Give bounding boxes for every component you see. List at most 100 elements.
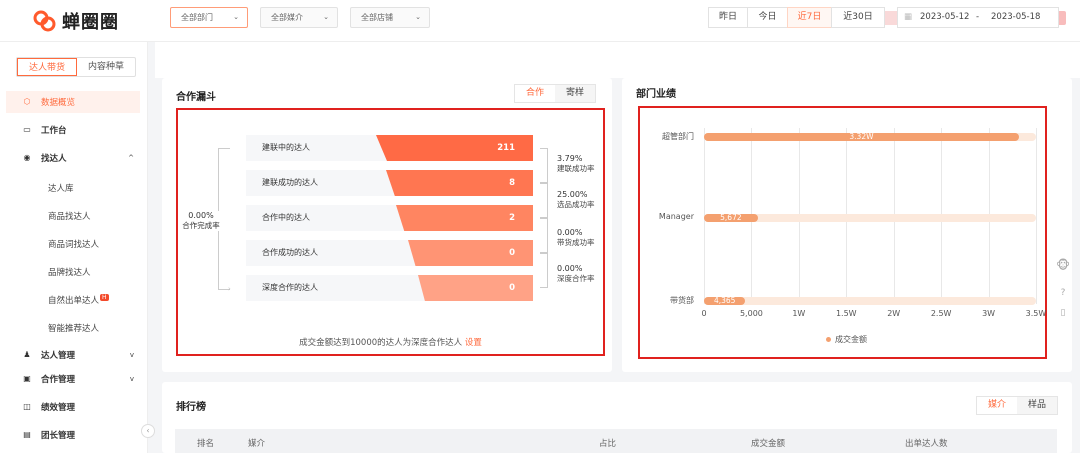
- brand-name: 蝉圈圈: [62, 12, 119, 33]
- time-yesterday[interactable]: 昨日: [708, 7, 748, 28]
- users-icon: ♟: [23, 350, 31, 359]
- stage-name: 合作成功的达人: [262, 248, 318, 257]
- rate-pct: 3.79%: [557, 154, 583, 163]
- rate-label: 建联成功率: [557, 164, 595, 173]
- sidebar-item-workbench[interactable]: ▭ 工作台: [6, 119, 140, 141]
- store-select[interactable]: 全部店铺 ⌄: [350, 7, 430, 28]
- ranking-tabs: 媒介 样品: [976, 396, 1058, 415]
- bar-track: [704, 297, 1036, 305]
- bar-value-label: 5,672: [720, 213, 742, 222]
- rate-pct: 25.00%: [557, 190, 588, 199]
- sidebar-mode-tabs: 达人带货 内容种草: [16, 57, 136, 77]
- rate-item: 3.79% 建联成功率: [557, 154, 595, 174]
- settings-link[interactable]: 设置: [465, 338, 482, 348]
- collapse-sidebar-button[interactable]: ‹: [141, 424, 155, 438]
- arrow-right-icon: ›: [228, 285, 231, 293]
- overall-label: 合作完成率: [182, 221, 220, 230]
- col-media: 媒介: [248, 439, 266, 449]
- date-separator: -: [976, 12, 980, 22]
- media-select[interactable]: 全部媒介 ⌄: [260, 7, 338, 28]
- col-rank: 排名: [197, 439, 215, 449]
- clipboard-icon: ▣: [23, 374, 31, 383]
- rate-item: 0.00% 带货成功率: [557, 228, 595, 248]
- overall-rate: 0.00% 合作完成率: [178, 211, 224, 231]
- col-share: 占比: [599, 439, 617, 449]
- col-talent-count: 出单达人数: [905, 439, 948, 449]
- sidebar-item-talent-manage[interactable]: ♟ 达人管理 v: [6, 344, 140, 366]
- rate-bracket: [540, 148, 548, 183]
- sidebar-item-performance[interactable]: ◫ 绩效管理: [6, 396, 140, 418]
- department-select[interactable]: 全部部门 ⌄: [170, 7, 248, 28]
- chevron-up-icon: ^: [128, 154, 134, 162]
- funnel-stage: 建联中的达人 211: [246, 135, 533, 161]
- y-category-label: Manager: [658, 212, 694, 221]
- stage-name: 建联中的达人: [262, 143, 310, 152]
- team-icon: ▤: [23, 430, 31, 439]
- tab-sample[interactable]: 寄样: [555, 85, 595, 102]
- sidebar-item-label: 数据概览: [41, 98, 76, 108]
- dept-title: 部门业绩: [636, 89, 676, 100]
- stage-name: 合作中的达人: [262, 213, 310, 222]
- tab-content-seeding[interactable]: 内容种草: [77, 58, 135, 76]
- help-icon[interactable]: ?: [1056, 288, 1070, 302]
- sidebar-item-label: 合作管理: [41, 375, 76, 385]
- calendar-icon: ▦: [904, 12, 913, 22]
- stage-value: 0: [509, 283, 515, 293]
- legend-dot: [826, 337, 831, 342]
- stage-value: 211: [497, 143, 515, 153]
- sidebar-item-coop-manage[interactable]: ▣ 合作管理 v: [6, 368, 140, 390]
- sidebar-sub-smart-recommend[interactable]: 智能推荐达人: [48, 322, 99, 334]
- stage-value: 8: [509, 178, 515, 188]
- sidebar-item-label: 绩效管理: [41, 403, 76, 413]
- y-category-label: 超管部门: [662, 132, 694, 141]
- funnel-bar: [418, 275, 533, 301]
- sidebar-item-label: 达人管理: [41, 351, 76, 361]
- x-tick-label: 1W: [792, 309, 806, 318]
- time-7days[interactable]: 近7日: [787, 7, 832, 28]
- ranking-table-header: 排名 媒介 占比 成交金额 出单达人数: [175, 429, 1057, 453]
- hot-badge: H: [100, 294, 109, 301]
- sidebar-item-label: 团长管理: [41, 431, 76, 441]
- ranking-title: 排行榜: [176, 402, 206, 413]
- rate-label: 深度合作率: [557, 274, 595, 283]
- tab-samples[interactable]: 样品: [1017, 397, 1057, 414]
- select-value: 全部店铺: [361, 13, 393, 22]
- sidebar-sub-natural-order[interactable]: 自然出单达人 H: [48, 294, 109, 306]
- time-30days[interactable]: 近30日: [831, 7, 885, 28]
- tab-cooperation[interactable]: 合作: [515, 85, 555, 102]
- logo[interactable]: 蝉圈圈: [33, 8, 119, 34]
- tab-talent-sales[interactable]: 达人带货: [17, 58, 77, 76]
- filter-bar: [155, 42, 1080, 78]
- dept-highlight-box: [638, 106, 1047, 359]
- tab-media[interactable]: 媒介: [977, 397, 1017, 414]
- assistant-icon[interactable]: 🐵: [1056, 258, 1070, 272]
- chevron-down-icon: v: [129, 351, 134, 359]
- stage-name: 建联成功的达人: [262, 178, 318, 187]
- document-icon[interactable]: ▯: [1056, 308, 1070, 322]
- funnel-stage: 深度合作的达人 0: [246, 275, 533, 301]
- sidebar-sub-talent-library[interactable]: 达人库: [48, 182, 74, 194]
- bar-value-label: 3.32W: [849, 132, 874, 141]
- sidebar-item-team[interactable]: ▤ 团长管理: [6, 424, 140, 446]
- rate-item: 25.00% 选品成功率: [557, 190, 595, 210]
- sidebar-item-label: 工作台: [41, 126, 67, 136]
- x-tick-label: 5,000: [739, 309, 763, 318]
- stage-name: 深度合作的达人: [262, 283, 318, 292]
- date-range-picker[interactable]: ▦ 2023-05-12 - 2023-05-18: [897, 7, 1059, 28]
- chart-icon: ◫: [23, 402, 31, 411]
- sidebar-sub-brand-find[interactable]: 品牌找达人: [48, 266, 91, 278]
- sidebar-item-overview[interactable]: ⬡ 数据概览: [6, 91, 140, 113]
- funnel-stage: 建联成功的达人 8: [246, 170, 533, 196]
- rate-label: 带货成功率: [557, 238, 595, 247]
- date-start: 2023-05-12: [920, 12, 970, 22]
- overall-pct: 0.00%: [188, 211, 214, 220]
- sidebar-sub-product-find[interactable]: 商品找达人: [48, 210, 91, 222]
- x-tick-label: 2W: [887, 309, 901, 318]
- sidebar-item-find-talent[interactable]: ◉ 找达人 ^: [6, 147, 140, 169]
- bar-value-label: 4,365: [713, 296, 736, 305]
- sidebar-sub-keyword-find[interactable]: 商品词找达人: [48, 238, 99, 250]
- time-today[interactable]: 今日: [747, 7, 788, 28]
- rate-bracket: [540, 218, 548, 253]
- rate-label: 选品成功率: [557, 200, 595, 209]
- grid-line: [1036, 128, 1037, 304]
